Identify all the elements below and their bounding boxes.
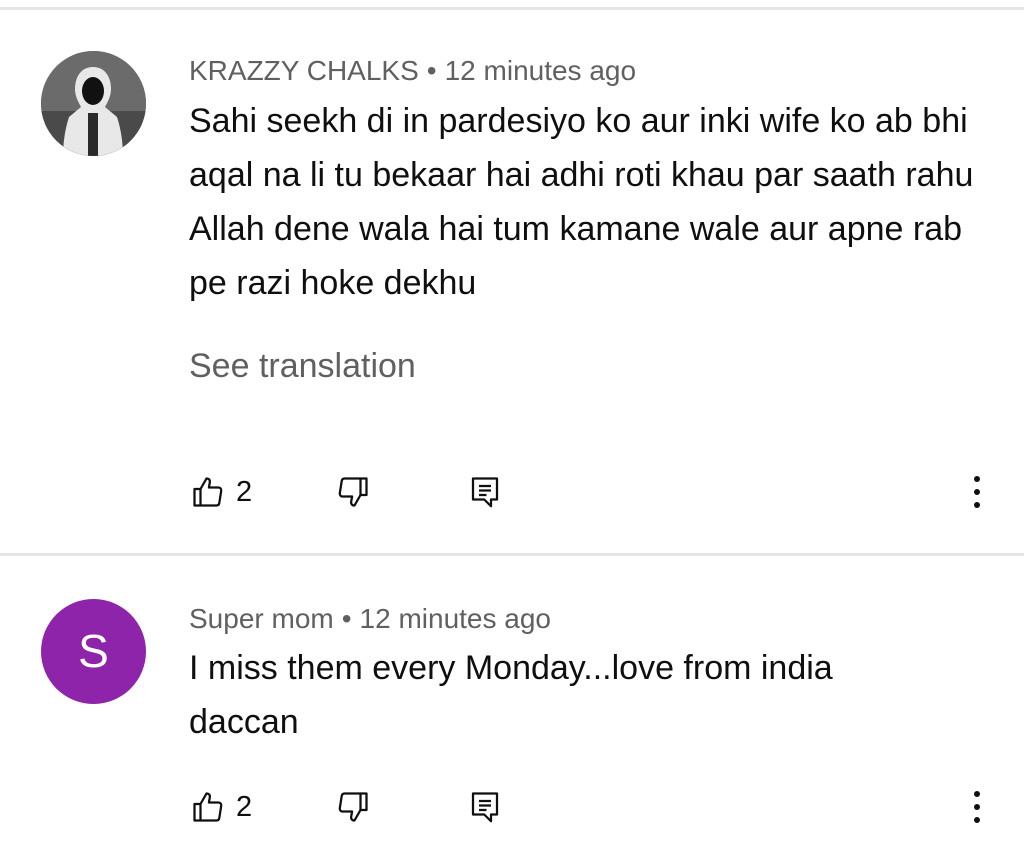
more-options-button[interactable] bbox=[962, 472, 992, 512]
like-button[interactable]: 2 bbox=[190, 474, 252, 510]
more-dot bbox=[974, 489, 980, 495]
more-vertical-icon bbox=[974, 791, 980, 797]
top-divider bbox=[0, 7, 1024, 10]
more-dot bbox=[974, 817, 980, 823]
reply-comment-icon bbox=[471, 792, 499, 823]
thumbs-up-icon bbox=[193, 792, 223, 822]
reply-button[interactable] bbox=[467, 474, 503, 510]
avatar[interactable] bbox=[41, 51, 146, 156]
comment-meta: KRAZZY CHALKS • 12 minutes ago bbox=[189, 55, 636, 87]
author-name[interactable]: KRAZZY CHALKS bbox=[189, 55, 419, 86]
comment-meta: Super mom • 12 minutes ago bbox=[189, 603, 551, 635]
meta-separator: • bbox=[426, 55, 437, 86]
see-translation-link[interactable]: See translation bbox=[189, 347, 416, 386]
comment-divider bbox=[0, 553, 1024, 556]
more-options-button[interactable] bbox=[962, 787, 992, 827]
meta-separator: • bbox=[341, 603, 352, 634]
comment-time: 12 minutes ago bbox=[444, 55, 637, 86]
dislike-button[interactable] bbox=[335, 474, 371, 510]
thumbs-up-icon bbox=[193, 477, 223, 507]
thumbs-down-icon bbox=[338, 477, 368, 507]
more-dot bbox=[974, 502, 980, 508]
comment-text: Sahi seekh di in pardesiyo ko aur inki w… bbox=[189, 102, 974, 302]
comment-text: I miss them every Monday...love from ind… bbox=[189, 649, 833, 741]
dislike-button[interactable] bbox=[335, 789, 371, 825]
author-name[interactable]: Super mom bbox=[189, 603, 334, 634]
avatar[interactable]: S bbox=[41, 599, 146, 704]
like-count: 2 bbox=[236, 475, 253, 508]
hooded-figure-icon bbox=[41, 51, 146, 156]
reply-comment-icon bbox=[471, 477, 499, 508]
avatar-letter: S bbox=[78, 625, 109, 677]
like-count: 2 bbox=[236, 790, 253, 823]
more-vertical-icon bbox=[974, 476, 980, 482]
like-button[interactable]: 2 bbox=[190, 789, 252, 825]
thumbs-down-icon bbox=[338, 792, 368, 822]
comment-time: 12 minutes ago bbox=[359, 603, 551, 634]
more-dot bbox=[974, 804, 980, 810]
reply-button[interactable] bbox=[467, 789, 503, 825]
